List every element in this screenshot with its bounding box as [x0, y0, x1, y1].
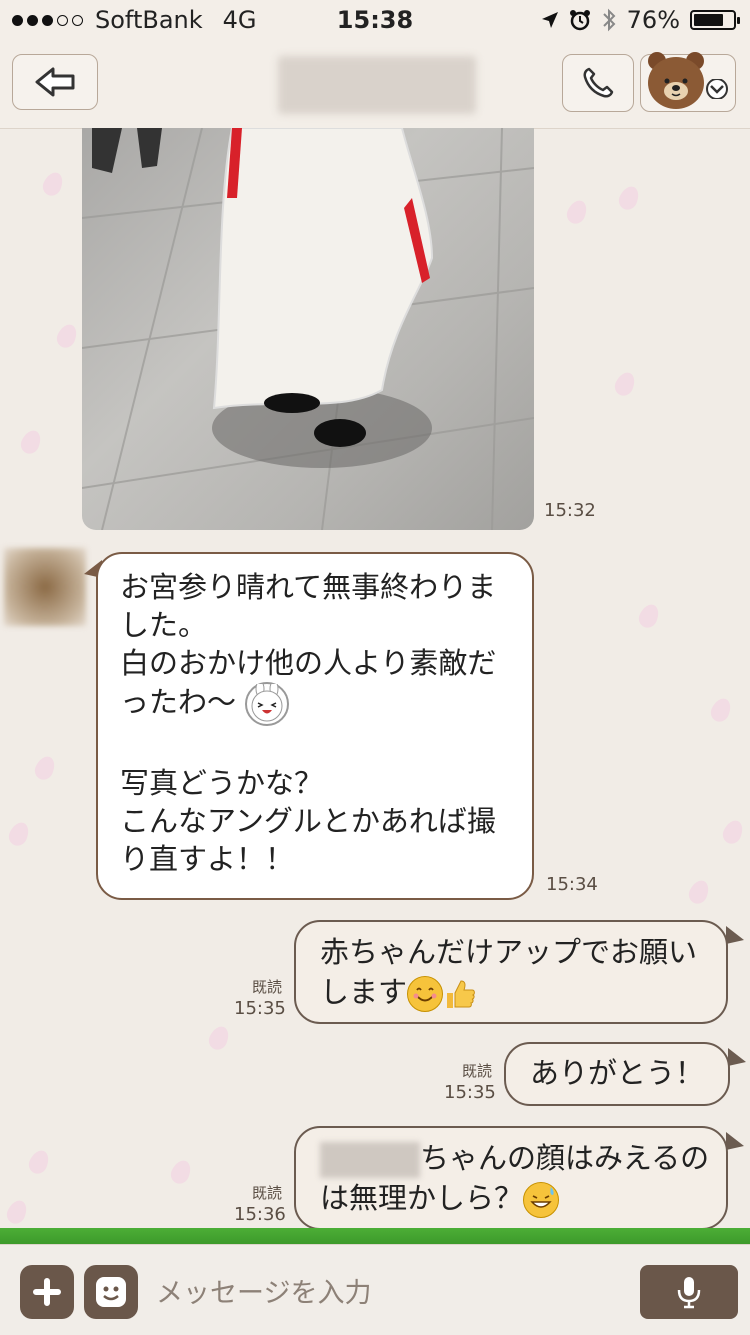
plus-icon [33, 1278, 61, 1306]
message-time: 15:35 [234, 998, 286, 1019]
message-meta: 既読 15:36 [234, 1182, 286, 1226]
battery-level-fill [694, 14, 723, 26]
blurred-baby-name [320, 1142, 420, 1178]
bluetooth-icon [602, 8, 616, 32]
message-line-with-emoji: ったわ〜 [120, 680, 510, 726]
outgoing-message-bubble[interactable]: ちゃんの顔はみえるの は無理かしら？ [294, 1126, 728, 1230]
message-input[interactable] [154, 1267, 618, 1319]
thumbs-up-emoji-icon [443, 977, 479, 1011]
grass-decoration [0, 1228, 750, 1244]
read-receipt: 既読 [461, 1062, 492, 1080]
petal-decoration [685, 877, 713, 907]
add-attachment-button[interactable] [20, 1265, 74, 1319]
petal-decoration [563, 197, 591, 227]
petal-decoration [635, 601, 663, 631]
message-line: こんなアングルとかあれば撮 [120, 804, 496, 838]
sweat-smile-emoji-icon [523, 1182, 560, 1218]
read-receipt: 既読 [251, 1184, 282, 1202]
chevron-down-icon [706, 79, 728, 99]
petal-decoration [25, 1147, 53, 1177]
petal-decoration [31, 753, 59, 783]
status-right: 76% [541, 6, 740, 34]
battery-icon [690, 10, 740, 30]
petal-decoration [611, 369, 639, 399]
outgoing-message-bubble[interactable]: ありがとう！ [504, 1042, 730, 1106]
petal-decoration [707, 695, 735, 725]
message-meta: 既読 15:35 [444, 1060, 496, 1104]
petal-decoration [615, 183, 643, 213]
photo-content [82, 128, 534, 530]
message-time: 15:35 [444, 1082, 496, 1103]
message-line: した。 [120, 608, 208, 642]
message-text: は無理かしら？ [320, 1181, 524, 1215]
incoming-message-bubble[interactable]: お宮参り晴れて無事終わりま した。 白のおかけ他の人より素敵だ ったわ〜 写真ど… [96, 552, 534, 900]
back-arrow-icon [35, 67, 75, 97]
bubble-tail [726, 1132, 744, 1150]
petal-decoration [17, 427, 45, 457]
chat-title-blurred [278, 56, 476, 114]
message-line-with-emoji: は無理かしら？ [320, 1178, 702, 1218]
back-button[interactable] [12, 54, 98, 110]
outgoing-message-bubble[interactable]: 赤ちゃんだけアップでお願い します [294, 920, 728, 1024]
read-receipt: 既読 [251, 978, 282, 996]
message-meta: 既読 15:35 [234, 976, 286, 1020]
location-arrow-icon [541, 12, 558, 28]
message-line: 白のおかけ他の人より素敵だ [120, 646, 497, 680]
petal-decoration [39, 169, 67, 199]
voice-message-button[interactable] [640, 1265, 738, 1319]
status-bar: SoftBank 4G 15:38 76% [0, 0, 750, 42]
call-button[interactable] [562, 54, 634, 112]
message-line: お宮参り晴れて無事終わりま [120, 570, 497, 604]
bubble-tail [728, 1048, 746, 1066]
petal-decoration [167, 1157, 195, 1187]
message-line: り直すよ！！ [120, 842, 295, 876]
brown-bear-avatar [648, 52, 704, 109]
chat-header [0, 42, 750, 129]
message-time: 15:32 [544, 500, 596, 521]
petal-decoration [53, 321, 81, 351]
message-input-bar [0, 1244, 750, 1335]
bubble-tail [726, 926, 744, 944]
petal-decoration [205, 1023, 233, 1053]
message-line: 写真どうかな？ [120, 766, 324, 800]
message-line: ありがとう！ [530, 1056, 705, 1090]
message-time: 15:36 [234, 1204, 286, 1225]
cony-laughing-emoji-icon [245, 680, 290, 726]
microphone-icon [677, 1277, 701, 1309]
battery-percent: 76% [626, 6, 680, 34]
message-line: 赤ちゃんだけアップでお願い [320, 935, 698, 969]
alarm-clock-icon [569, 10, 590, 31]
message-time: 15:34 [546, 874, 598, 895]
sticker-face-icon [96, 1277, 126, 1307]
petal-decoration [5, 819, 33, 849]
photo-message[interactable] [82, 128, 534, 530]
petal-decoration [719, 817, 747, 847]
smiling-face-emoji-icon [407, 976, 444, 1012]
message-line-with-name: ちゃんの顔はみえるの [320, 1138, 709, 1178]
message-text: します [320, 975, 408, 1009]
sender-avatar[interactable] [4, 548, 86, 626]
message-line-with-emoji: します [320, 972, 702, 1012]
message-text: ったわ〜 [120, 685, 237, 719]
message-line [120, 726, 510, 764]
petal-decoration [3, 1197, 31, 1227]
sticker-button[interactable] [84, 1265, 138, 1319]
message-text: ちゃんの顔はみえるの [420, 1141, 710, 1175]
phone-icon [583, 67, 614, 98]
chat-menu-button[interactable] [640, 52, 736, 112]
